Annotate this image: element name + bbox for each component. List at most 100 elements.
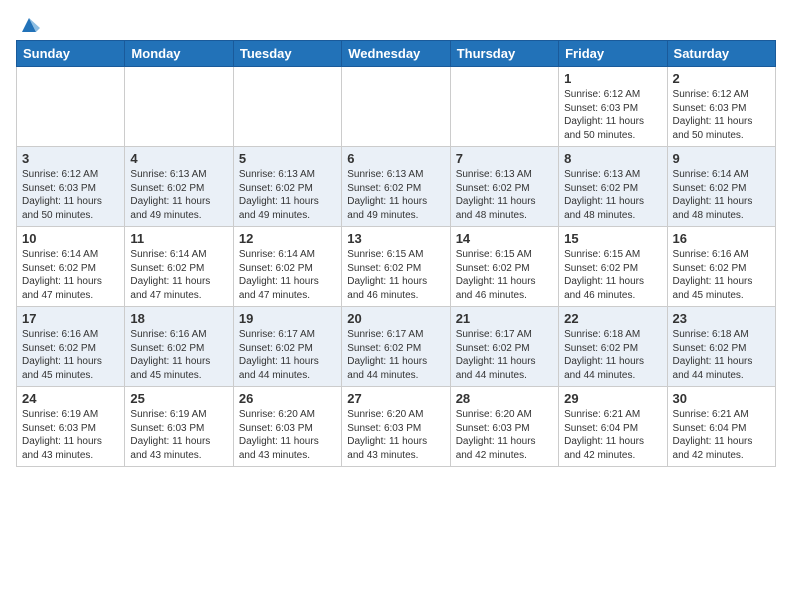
calendar-cell: 27Sunrise: 6:20 AMSunset: 6:03 PMDayligh… (342, 387, 450, 467)
day-info: Sunrise: 6:14 AMSunset: 6:02 PMDaylight:… (239, 248, 336, 302)
day-info: Sunrise: 6:13 AMSunset: 6:02 PMDaylight:… (456, 168, 553, 222)
calendar-week-row: 1 Sunrise: 6:12 AMSunset: 6:03 PMDaylight… (17, 67, 776, 147)
calendar-cell: 11 Sunrise: 6:14 AMSunset: 6:02 PMDayligh… (125, 227, 233, 307)
day-number: 2 (673, 71, 770, 86)
day-info: Sunrise: 6:15 AMSunset: 6:02 PMDaylight:… (456, 248, 553, 302)
day-number: 29 (564, 391, 661, 406)
day-info: Sunrise: 6:13 AMSunset: 6:02 PMDaylight:… (347, 168, 444, 222)
day-number: 19 (239, 311, 336, 326)
page: SundayMondayTuesdayWednesdayThursdayFrid… (0, 0, 792, 483)
day-info: Sunrise: 6:16 AMSunset: 6:02 PMDaylight:… (22, 328, 119, 382)
day-number: 6 (347, 151, 444, 166)
day-info: Sunrise: 6:14 AMSunset: 6:02 PMDaylight:… (22, 248, 119, 302)
day-number: 13 (347, 231, 444, 246)
day-number: 7 (456, 151, 553, 166)
day-number: 21 (456, 311, 553, 326)
calendar-cell: 1 Sunrise: 6:12 AMSunset: 6:03 PMDaylight… (559, 67, 667, 147)
day-number: 11 (130, 231, 227, 246)
calendar-cell (17, 67, 125, 147)
calendar-cell: 6 Sunrise: 6:13 AMSunset: 6:02 PMDaylight… (342, 147, 450, 227)
calendar-cell: 19 Sunrise: 6:17 AMSunset: 6:02 PMDayligh… (233, 307, 341, 387)
calendar-week-row: 24 Sunrise: 6:19 AMSunset: 6:03 PMDayligh… (17, 387, 776, 467)
day-info: Sunrise: 6:21 AMSunset: 6:04 PMDaylight:… (673, 408, 770, 462)
day-number: 10 (22, 231, 119, 246)
calendar-week-row: 17 Sunrise: 6:16 AMSunset: 6:02 PMDayligh… (17, 307, 776, 387)
calendar-cell: 14 Sunrise: 6:15 AMSunset: 6:02 PMDayligh… (450, 227, 558, 307)
day-info: Sunrise: 6:18 AMSunset: 6:02 PMDaylight:… (564, 328, 661, 382)
day-info: Sunrise: 6:17 AMSunset: 6:02 PMDaylight:… (239, 328, 336, 382)
day-number: 14 (456, 231, 553, 246)
calendar-cell: 7 Sunrise: 6:13 AMSunset: 6:02 PMDaylight… (450, 147, 558, 227)
day-number: 15 (564, 231, 661, 246)
calendar-cell: 16 Sunrise: 6:16 AMSunset: 6:02 PMDayligh… (667, 227, 775, 307)
day-number: 26 (239, 391, 336, 406)
day-number: 20 (347, 311, 444, 326)
day-info: Sunrise: 6:19 AMSunset: 6:03 PMDaylight:… (22, 408, 119, 462)
day-info: Sunrise: 6:18 AMSunset: 6:02 PMDaylight:… (673, 328, 770, 382)
day-info: Sunrise: 6:21 AMSunset: 6:04 PMDaylight:… (564, 408, 661, 462)
day-number: 28 (456, 391, 553, 406)
day-number: 4 (130, 151, 227, 166)
day-number: 23 (673, 311, 770, 326)
day-number: 18 (130, 311, 227, 326)
logo-icon (18, 14, 40, 36)
day-number: 17 (22, 311, 119, 326)
calendar-cell: 25Sunrise: 6:19 AMSunset: 6:03 PMDayligh… (125, 387, 233, 467)
calendar-cell: 15 Sunrise: 6:15 AMSunset: 6:02 PMDayligh… (559, 227, 667, 307)
day-number: 24 (22, 391, 119, 406)
day-info: Sunrise: 6:12 AMSunset: 6:03 PMDaylight:… (564, 88, 661, 142)
calendar-cell: 2 Sunrise: 6:12 AMSunset: 6:03 PMDaylight… (667, 67, 775, 147)
calendar-cell: 4Sunrise: 6:13 AMSunset: 6:02 PMDaylight… (125, 147, 233, 227)
day-info: Sunrise: 6:12 AMSunset: 6:03 PMDaylight:… (673, 88, 770, 142)
day-number: 30 (673, 391, 770, 406)
day-number: 3 (22, 151, 119, 166)
day-info: Sunrise: 6:17 AMSunset: 6:02 PMDaylight:… (347, 328, 444, 382)
calendar-cell: 13 Sunrise: 6:15 AMSunset: 6:02 PMDayligh… (342, 227, 450, 307)
calendar-week-row: 10 Sunrise: 6:14 AMSunset: 6:02 PMDayligh… (17, 227, 776, 307)
calendar-cell: 12 Sunrise: 6:14 AMSunset: 6:02 PMDayligh… (233, 227, 341, 307)
calendar-cell (125, 67, 233, 147)
day-number: 9 (673, 151, 770, 166)
day-number: 8 (564, 151, 661, 166)
calendar-cell: 30 Sunrise: 6:21 AMSunset: 6:04 PMDayligh… (667, 387, 775, 467)
day-number: 1 (564, 71, 661, 86)
day-number: 5 (239, 151, 336, 166)
calendar-cell: 23 Sunrise: 6:18 AMSunset: 6:02 PMDayligh… (667, 307, 775, 387)
calendar-cell: 8Sunrise: 6:13 AMSunset: 6:02 PMDaylight… (559, 147, 667, 227)
calendar-cell: 22 Sunrise: 6:18 AMSunset: 6:02 PMDayligh… (559, 307, 667, 387)
day-header-friday: Friday (559, 41, 667, 67)
day-info: Sunrise: 6:20 AMSunset: 6:03 PMDaylight:… (456, 408, 553, 462)
calendar-cell (342, 67, 450, 147)
calendar-header-row: SundayMondayTuesdayWednesdayThursdayFrid… (17, 41, 776, 67)
day-info: Sunrise: 6:16 AMSunset: 6:02 PMDaylight:… (673, 248, 770, 302)
day-header-sunday: Sunday (17, 41, 125, 67)
day-info: Sunrise: 6:14 AMSunset: 6:02 PMDaylight:… (673, 168, 770, 222)
day-info: Sunrise: 6:20 AMSunset: 6:03 PMDaylight:… (239, 408, 336, 462)
calendar-cell (450, 67, 558, 147)
calendar-cell: 17 Sunrise: 6:16 AMSunset: 6:02 PMDayligh… (17, 307, 125, 387)
day-info: Sunrise: 6:15 AMSunset: 6:02 PMDaylight:… (347, 248, 444, 302)
calendar-cell: 10 Sunrise: 6:14 AMSunset: 6:02 PMDayligh… (17, 227, 125, 307)
calendar-cell: 21Sunrise: 6:17 AMSunset: 6:02 PMDayligh… (450, 307, 558, 387)
calendar-cell: 26 Sunrise: 6:20 AMSunset: 6:03 PMDayligh… (233, 387, 341, 467)
day-number: 22 (564, 311, 661, 326)
day-info: Sunrise: 6:19 AMSunset: 6:03 PMDaylight:… (130, 408, 227, 462)
day-header-thursday: Thursday (450, 41, 558, 67)
day-info: Sunrise: 6:20 AMSunset: 6:03 PMDaylight:… (347, 408, 444, 462)
day-info: Sunrise: 6:13 AMSunset: 6:02 PMDaylight:… (239, 168, 336, 222)
day-header-tuesday: Tuesday (233, 41, 341, 67)
day-info: Sunrise: 6:15 AMSunset: 6:02 PMDaylight:… (564, 248, 661, 302)
calendar-cell: 5 Sunrise: 6:13 AMSunset: 6:02 PMDaylight… (233, 147, 341, 227)
calendar-cell: 18 Sunrise: 6:16 AMSunset: 6:02 PMDayligh… (125, 307, 233, 387)
day-number: 12 (239, 231, 336, 246)
calendar-cell: 24 Sunrise: 6:19 AMSunset: 6:03 PMDayligh… (17, 387, 125, 467)
calendar-cell: 3 Sunrise: 6:12 AMSunset: 6:03 PMDaylight… (17, 147, 125, 227)
day-number: 16 (673, 231, 770, 246)
day-header-saturday: Saturday (667, 41, 775, 67)
day-info: Sunrise: 6:14 AMSunset: 6:02 PMDaylight:… (130, 248, 227, 302)
day-info: Sunrise: 6:12 AMSunset: 6:03 PMDaylight:… (22, 168, 119, 222)
calendar-cell: 9 Sunrise: 6:14 AMSunset: 6:02 PMDaylight… (667, 147, 775, 227)
calendar-cell: 20 Sunrise: 6:17 AMSunset: 6:02 PMDayligh… (342, 307, 450, 387)
day-info: Sunrise: 6:16 AMSunset: 6:02 PMDaylight:… (130, 328, 227, 382)
day-header-wednesday: Wednesday (342, 41, 450, 67)
